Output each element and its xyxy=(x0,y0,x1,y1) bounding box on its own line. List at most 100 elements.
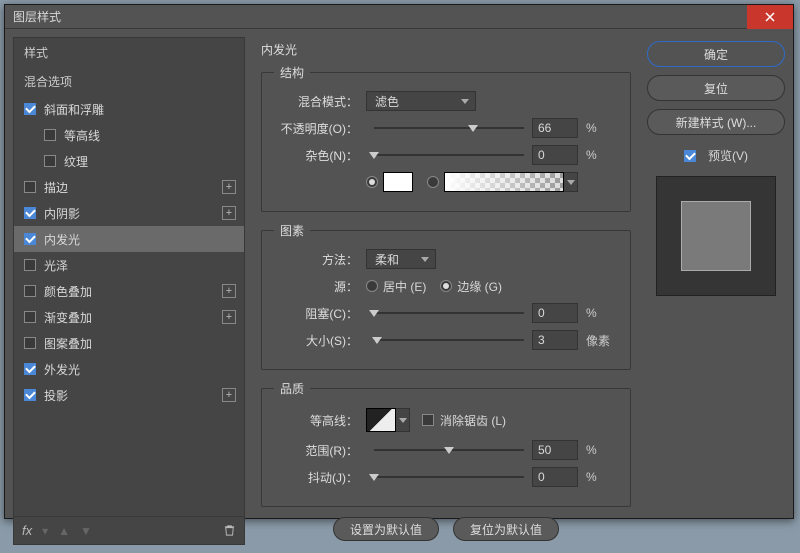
contour-label: 等高线： xyxy=(274,412,366,429)
sidebar-header-blending[interactable]: 混合选项 xyxy=(14,67,244,96)
panel-title: 内发光 xyxy=(261,41,631,58)
sidebar-item-1[interactable]: 等高线 xyxy=(14,122,244,148)
technique-select[interactable]: 柔和 xyxy=(366,249,436,269)
sidebar-item-10[interactable]: 外发光 xyxy=(14,356,244,382)
effect-checkbox[interactable] xyxy=(44,155,56,167)
group-elements: 图素 方法： 柔和 源： 居中 (E) 边缘 (G) 阻塞(C)： 0 % xyxy=(261,222,631,370)
sidebar-item-11[interactable]: 投影+ xyxy=(14,382,244,408)
size-input[interactable]: 3 xyxy=(532,330,578,350)
effect-label: 外发光 xyxy=(44,361,236,378)
antialias-checkbox[interactable] xyxy=(422,414,434,426)
window-title: 图层样式 xyxy=(13,8,61,25)
effect-label: 内发光 xyxy=(44,231,236,248)
choke-label: 阻塞(C)： xyxy=(274,305,366,322)
noise-input[interactable]: 0 xyxy=(532,145,578,165)
add-effect-icon[interactable]: + xyxy=(222,180,236,194)
gradient-dropdown[interactable] xyxy=(564,172,578,192)
layer-style-dialog: 图层样式 样式 混合选项 斜面和浮雕等高线纹理描边+内阴影+内发光光泽颜色叠加+… xyxy=(4,4,794,519)
source-edge-radio[interactable]: 边缘 (G) xyxy=(440,278,502,295)
sidebar-item-0[interactable]: 斜面和浮雕 xyxy=(14,96,244,122)
reset-default-button[interactable]: 复位为默认值 xyxy=(453,517,559,541)
dialog-buttons: 确定 复位 新建样式 (W)... 预览(V) xyxy=(647,37,785,545)
effect-label: 渐变叠加 xyxy=(44,309,222,326)
preview-checkbox[interactable] xyxy=(684,150,696,162)
sidebar-item-4[interactable]: 内阴影+ xyxy=(14,200,244,226)
sidebar-item-5[interactable]: 内发光 xyxy=(14,226,244,252)
add-effect-icon[interactable]: + xyxy=(222,284,236,298)
effect-checkbox[interactable] xyxy=(24,259,36,271)
preview-label: 预览(V) xyxy=(708,147,748,164)
titlebar: 图层样式 xyxy=(5,5,793,29)
opacity-input[interactable]: 66 xyxy=(532,118,578,138)
add-effect-icon[interactable]: + xyxy=(222,310,236,324)
effects-sidebar: 样式 混合选项 斜面和浮雕等高线纹理描边+内阴影+内发光光泽颜色叠加+渐变叠加+… xyxy=(13,37,245,545)
size-label: 大小(S)： xyxy=(274,332,366,349)
cancel-button[interactable]: 复位 xyxy=(647,75,785,101)
sidebar-header-styles[interactable]: 样式 xyxy=(14,38,244,67)
choke-input[interactable]: 0 xyxy=(532,303,578,323)
sidebar-item-7[interactable]: 颜色叠加+ xyxy=(14,278,244,304)
noise-slider[interactable] xyxy=(374,145,524,165)
move-up-icon[interactable]: ▲ xyxy=(58,524,70,538)
effect-label: 描边 xyxy=(44,179,222,196)
jitter-slider[interactable] xyxy=(374,467,524,487)
effect-checkbox[interactable] xyxy=(24,285,36,297)
effect-checkbox[interactable] xyxy=(24,311,36,323)
fx-menu[interactable]: fx xyxy=(22,523,32,538)
range-label: 范围(R)： xyxy=(274,442,366,459)
jitter-input[interactable]: 0 xyxy=(532,467,578,487)
technique-label: 方法： xyxy=(274,251,366,268)
sidebar-item-2[interactable]: 纹理 xyxy=(14,148,244,174)
color-swatch[interactable] xyxy=(383,172,413,192)
effect-label: 投影 xyxy=(44,387,222,404)
effect-label: 内阴影 xyxy=(44,205,222,222)
group-quality: 品质 等高线： 消除锯齿 (L) 范围(R)： 50 % xyxy=(261,380,631,507)
move-down-icon[interactable]: ▼ xyxy=(80,524,92,538)
close-icon xyxy=(765,12,775,22)
source-label: 源： xyxy=(274,278,366,295)
antialias-label: 消除锯齿 (L) xyxy=(440,412,506,429)
sidebar-item-8[interactable]: 渐变叠加+ xyxy=(14,304,244,330)
ok-button[interactable]: 确定 xyxy=(647,41,785,67)
contour-picker[interactable] xyxy=(366,408,396,432)
preview-thumbnail xyxy=(656,176,776,296)
contour-dropdown[interactable] xyxy=(396,408,410,432)
choke-slider[interactable] xyxy=(374,303,524,323)
effect-label: 颜色叠加 xyxy=(44,283,222,300)
new-style-button[interactable]: 新建样式 (W)... xyxy=(647,109,785,135)
jitter-label: 抖动(J)： xyxy=(274,469,366,486)
trash-icon[interactable] xyxy=(223,524,236,537)
effect-checkbox[interactable] xyxy=(24,103,36,115)
gradient-radio[interactable] xyxy=(427,176,439,188)
group-structure: 结构 混合模式： 滤色 不透明度(O)： 66 % 杂色(N)： 0 % xyxy=(261,64,631,212)
effect-checkbox[interactable] xyxy=(24,337,36,349)
size-slider[interactable] xyxy=(374,330,524,350)
source-center-radio[interactable]: 居中 (E) xyxy=(366,278,426,295)
effect-label: 等高线 xyxy=(64,127,236,144)
color-radio[interactable] xyxy=(366,176,378,188)
blend-mode-label: 混合模式： xyxy=(274,93,366,110)
range-slider[interactable] xyxy=(374,440,524,460)
effect-label: 斜面和浮雕 xyxy=(44,101,236,118)
add-effect-icon[interactable]: + xyxy=(222,206,236,220)
gradient-swatch[interactable] xyxy=(444,172,564,192)
sidebar-item-3[interactable]: 描边+ xyxy=(14,174,244,200)
close-button[interactable] xyxy=(747,5,793,29)
effect-checkbox[interactable] xyxy=(24,389,36,401)
effect-label: 光泽 xyxy=(44,257,236,274)
blend-mode-select[interactable]: 滤色 xyxy=(366,91,476,111)
effect-checkbox[interactable] xyxy=(24,363,36,375)
effect-checkbox[interactable] xyxy=(24,233,36,245)
add-effect-icon[interactable]: + xyxy=(222,388,236,402)
effect-checkbox[interactable] xyxy=(44,129,56,141)
opacity-slider[interactable] xyxy=(374,118,524,138)
effect-checkbox[interactable] xyxy=(24,207,36,219)
range-input[interactable]: 50 xyxy=(532,440,578,460)
make-default-button[interactable]: 设置为默认值 xyxy=(333,517,439,541)
effect-checkbox[interactable] xyxy=(24,181,36,193)
sidebar-footer: fx ▾ ▲ ▼ xyxy=(14,516,244,544)
noise-label: 杂色(N)： xyxy=(274,147,366,164)
sidebar-item-9[interactable]: 图案叠加 xyxy=(14,330,244,356)
effect-label: 纹理 xyxy=(64,153,236,170)
sidebar-item-6[interactable]: 光泽 xyxy=(14,252,244,278)
